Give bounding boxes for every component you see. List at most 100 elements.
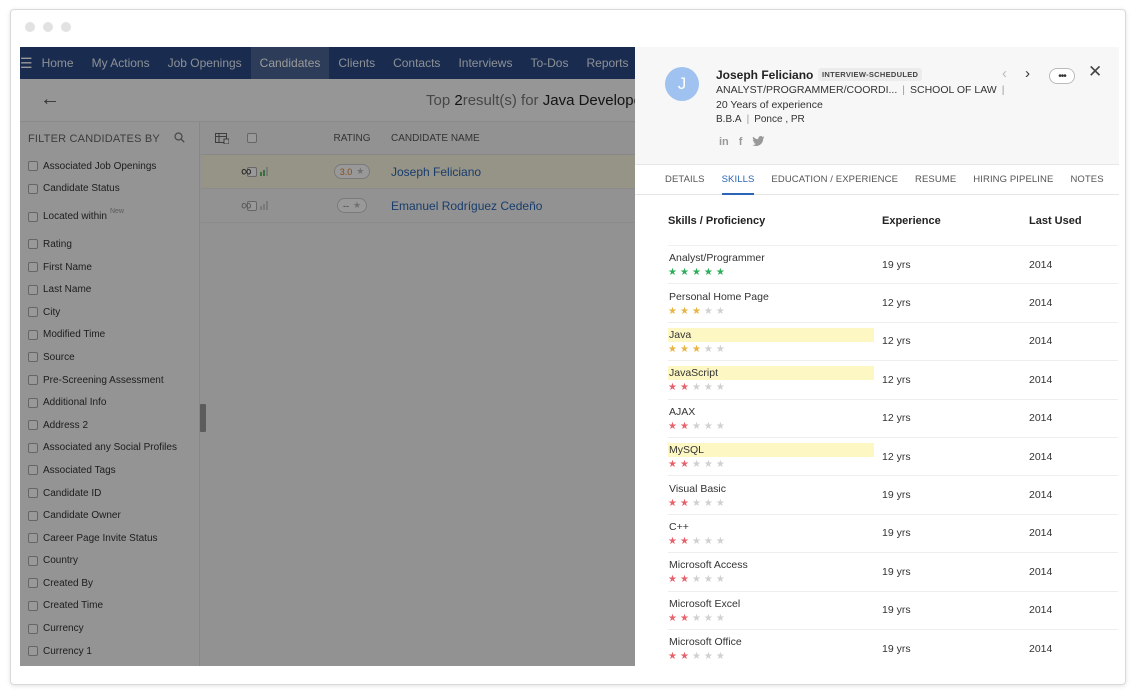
star-icon: ★: [668, 305, 680, 317]
skill-row: Visual Basic ★★★★★ 19 yrs 2014: [668, 476, 1118, 515]
skill-cell: Personal Home Page ★★★★★: [668, 290, 882, 317]
window-dot[interactable]: [43, 22, 53, 32]
skills-header: Skills / Proficiency Experience Last Use…: [668, 196, 1118, 246]
star-icon: ★: [715, 651, 728, 663]
app: ☰ Home My Actions Job Openings Candidates Cl…: [20, 47, 1119, 666]
star-icon: ★: [715, 305, 728, 317]
skill-name: AJAX: [669, 405, 696, 418]
proficiency-stars: ★★★★★: [668, 652, 882, 662]
star-icon: ★: [691, 574, 704, 586]
star-icon: ★: [703, 459, 716, 471]
star-icon: ★: [668, 343, 680, 355]
modal-overlay[interactable]: [20, 47, 635, 666]
star-icon: ★: [703, 382, 716, 394]
skill-experience: 19 yrs: [882, 642, 911, 655]
browser-window: ☰ Home My Actions Job Openings Candidates Cl…: [10, 9, 1126, 685]
skill-cell: MySQL ★★★★★: [668, 443, 882, 470]
star-icon: ★: [715, 535, 728, 547]
skills-table: Skills / Proficiency Experience Last Use…: [668, 196, 1118, 666]
twitter-icon[interactable]: [752, 136, 765, 150]
star-icon: ★: [691, 612, 704, 624]
proficiency-stars: ★★★★★: [668, 383, 882, 393]
candidate-header: J Joseph Feliciano INTERVIEW-SCHEDULED A…: [635, 47, 1119, 165]
tab-education-experience[interactable]: EDUCATION / EXPERIENCE: [771, 165, 898, 195]
skill-name: Analyst/Programmer: [669, 252, 765, 265]
star-icon: ★: [715, 612, 728, 624]
candidate-name: Joseph Feliciano: [716, 68, 814, 82]
proficiency-stars: ★★★★★: [668, 305, 882, 317]
proficiency-stars: ★★★★★: [668, 535, 882, 547]
candidate-degree: B.B.A: [716, 114, 742, 125]
skill-last-used: 2014: [1029, 412, 1053, 425]
tab-notes[interactable]: NOTES: [1070, 165, 1103, 195]
skill-last-used: 2014: [1029, 642, 1053, 655]
window-controls: [25, 22, 71, 32]
more-options-button[interactable]: •••: [1049, 68, 1075, 84]
star-icon: ★: [703, 612, 716, 624]
next-candidate-icon[interactable]: ›: [1025, 65, 1030, 82]
tab-skills[interactable]: SKILLS: [721, 165, 755, 195]
skill-cell: JavaScript ★★★★★: [668, 366, 882, 393]
skill-row: Microsoft Office ★★★★★ 19 yrs 2014: [668, 630, 1118, 666]
star-icon: ★: [679, 535, 692, 547]
skill-experience: 19 yrs: [882, 565, 911, 578]
candidate-experience: 20 Years of experience: [716, 99, 823, 111]
previous-candidate-icon[interactable]: ‹: [1002, 65, 1007, 82]
star-icon: ★: [715, 459, 728, 471]
close-icon[interactable]: ✕: [1088, 62, 1102, 82]
star-icon: ★: [668, 420, 680, 432]
star-icon: ★: [679, 305, 692, 317]
star-icon: ★: [679, 459, 692, 471]
star-icon: ★: [668, 651, 680, 663]
skill-row: Analyst/Programmer ★★★★★ 19 yrs 2014: [668, 246, 1118, 285]
skill-experience: 19 yrs: [882, 604, 911, 617]
star-icon: ★: [668, 574, 680, 586]
candidate-school: SCHOOL OF LAW: [909, 84, 997, 96]
star-icon: ★: [691, 459, 704, 471]
proficiency-stars: ★★★★★: [668, 497, 882, 509]
skill-name: Microsoft Access: [669, 559, 748, 572]
skill-experience: 19 yrs: [882, 527, 911, 540]
skills-header-experience: Experience: [882, 214, 941, 227]
skill-name: Personal Home Page: [669, 290, 769, 303]
proficiency-stars: ★★★★★: [668, 343, 882, 355]
skill-cell: C++ ★★★★★: [668, 520, 882, 547]
star-icon: ★: [668, 535, 680, 547]
star-icon: ★: [715, 497, 728, 509]
skill-experience: 12 yrs: [882, 335, 911, 348]
star-icon: ★: [679, 574, 692, 586]
star-icon: ★: [703, 343, 716, 355]
skill-last-used: 2014: [1029, 527, 1053, 540]
star-icon: ★: [703, 574, 716, 586]
star-icon: ★: [668, 267, 680, 279]
window-dot[interactable]: [61, 22, 71, 32]
skill-name: Java: [668, 327, 874, 342]
proficiency-stars: ★★★★★: [668, 575, 882, 585]
tab-hiring-pipeline[interactable]: HIRING PIPELINE: [973, 165, 1053, 195]
skill-cell: Visual Basic ★★★★★: [668, 482, 882, 509]
social-profiles: in f: [719, 136, 765, 150]
candidate-title: ANALYST/PROGRAMMER/COORDI...: [716, 84, 898, 96]
skill-cell: Java ★★★★★: [668, 327, 882, 355]
skill-row: C++ ★★★★★ 19 yrs 2014: [668, 515, 1118, 554]
candidate-detail-panel: J Joseph Feliciano INTERVIEW-SCHEDULED A…: [635, 47, 1119, 666]
skill-experience: 12 yrs: [882, 412, 911, 425]
star-icon: ★: [679, 651, 692, 663]
star-icon: ★: [715, 267, 728, 279]
star-icon: ★: [703, 497, 716, 509]
star-icon: ★: [691, 343, 704, 355]
skill-last-used: 2014: [1029, 297, 1053, 310]
star-icon: ★: [691, 535, 704, 547]
candidate-degree-line: B.B.A | Ponce , PR: [716, 114, 805, 125]
star-icon: ★: [715, 574, 728, 586]
avatar: J: [665, 67, 699, 101]
skill-row: Personal Home Page ★★★★★ 12 yrs 2014: [668, 284, 1118, 323]
window-dot[interactable]: [25, 22, 35, 32]
skill-row: MySQL ★★★★★ 12 yrs 2014: [668, 438, 1118, 477]
facebook-icon[interactable]: f: [739, 136, 743, 150]
star-icon: ★: [668, 612, 680, 624]
tab-resume[interactable]: RESUME: [915, 165, 956, 195]
star-icon: ★: [703, 535, 716, 547]
linkedin-icon[interactable]: in: [719, 136, 729, 150]
tab-details[interactable]: DETAILS: [665, 165, 705, 195]
